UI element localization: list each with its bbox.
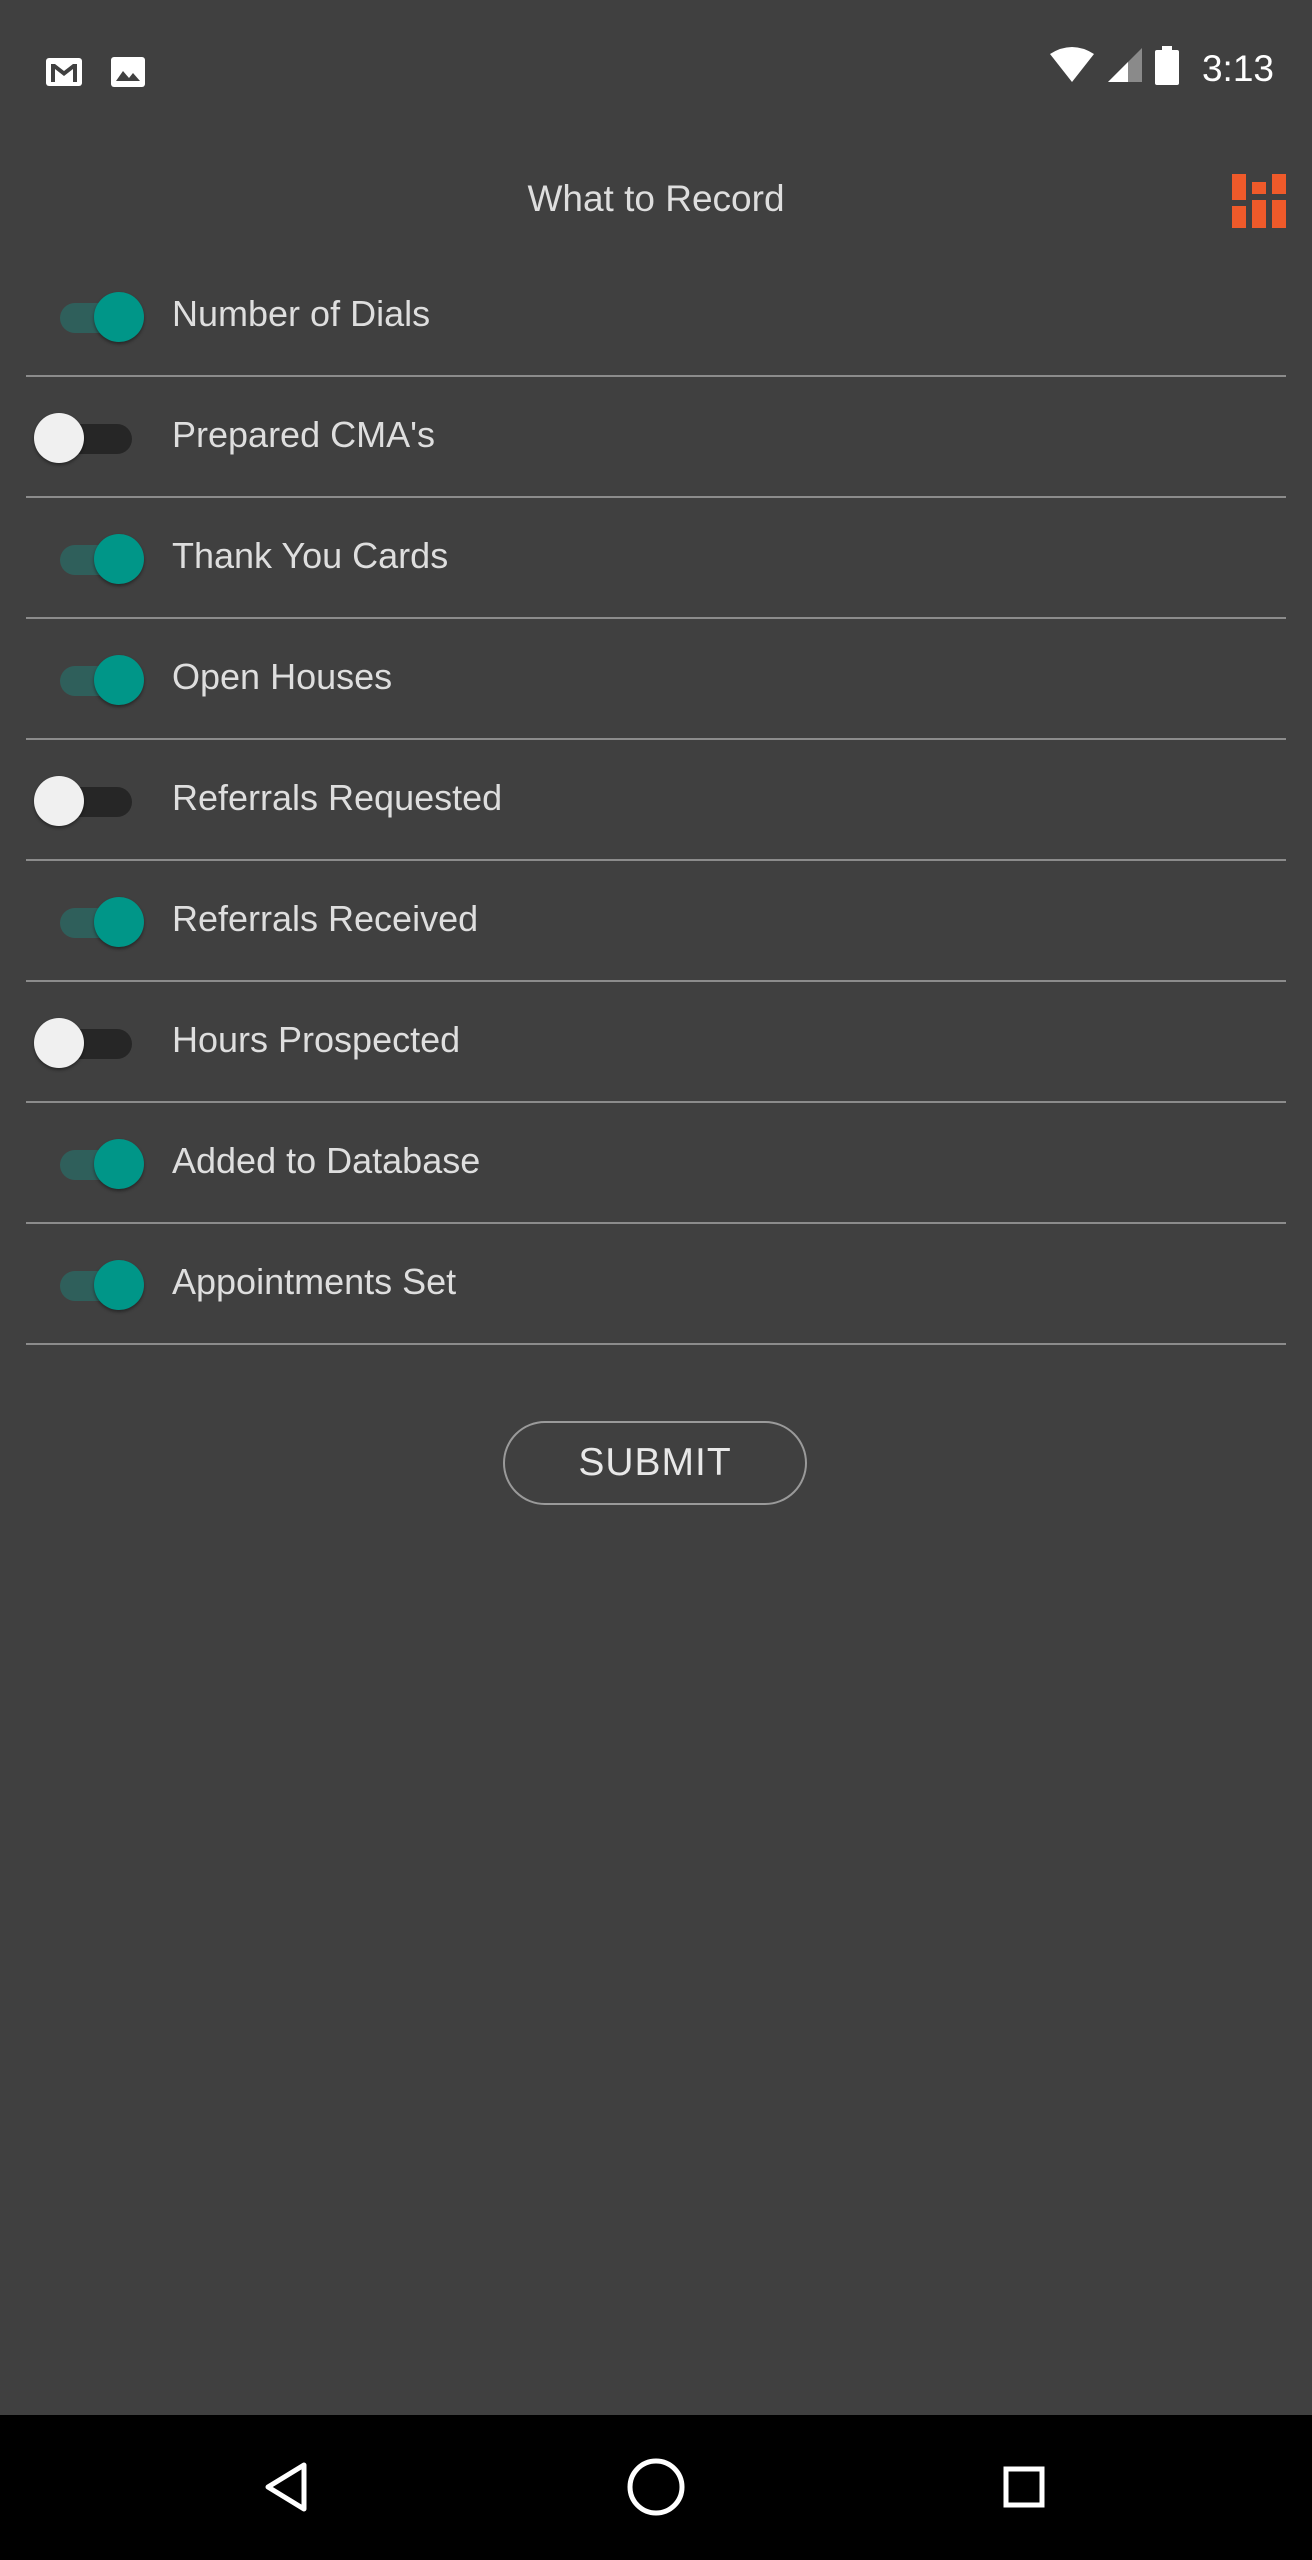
toggle-thumb (94, 534, 144, 584)
screen: 3:13 What to Record Number of Dials Prepa… (0, 0, 1312, 2560)
setting-label: Open Houses (172, 656, 393, 697)
battery-icon (1154, 46, 1180, 91)
wifi-icon (1048, 46, 1096, 91)
setting-row-referrals-received: Referrals Received (26, 861, 1286, 982)
status-time: 3:13 (1201, 47, 1274, 89)
setting-row-added-to-database: Added to Database (26, 1103, 1286, 1224)
toggle-thumb (34, 1018, 84, 1068)
setting-label: Thank You Cards (172, 535, 449, 576)
toggle-switch-prepared-cma-s[interactable] (34, 411, 150, 465)
setting-label: Referrals Requested (172, 777, 503, 818)
status-bar: 3:13 (0, 0, 1312, 144)
gmail-icon (44, 52, 84, 92)
setting-row-open-houses: Open Houses (26, 619, 1286, 740)
setting-row-number-of-dials: Number of Dials (26, 256, 1286, 377)
setting-row-hours-prospected: Hours Prospected (26, 982, 1286, 1103)
setting-row-prepared-cma-s: Prepared CMA's (26, 377, 1286, 498)
setting-label: Referrals Received (172, 898, 479, 939)
settings-list: Number of Dials Prepared CMA's Thank You C… (26, 256, 1286, 1345)
toggle-thumb (94, 655, 144, 705)
toggle-switch-added-to-database[interactable] (34, 1137, 150, 1191)
notification-icons (44, 52, 148, 92)
home-icon[interactable] (620, 2451, 692, 2523)
toggle-switch-hours-prospected[interactable] (34, 1016, 150, 1070)
setting-label: Appointments Set (172, 1261, 457, 1302)
setting-row-referrals-requested: Referrals Requested (26, 740, 1286, 861)
toggle-switch-referrals-received[interactable] (34, 895, 150, 949)
toggle-thumb (34, 413, 84, 463)
toggle-thumb (94, 897, 144, 947)
image-icon (108, 52, 148, 92)
setting-label: Hours Prospected (172, 1019, 461, 1060)
toggle-thumb (94, 1260, 144, 1310)
navigation-bar (0, 2415, 1312, 2560)
back-icon[interactable] (250, 2451, 322, 2523)
toggle-switch-thank-you-cards[interactable] (34, 532, 150, 586)
toggle-switch-appointments-set[interactable] (34, 1258, 150, 1312)
recents-icon[interactable] (988, 2451, 1060, 2523)
toggle-thumb (94, 292, 144, 342)
system-icons: 3:13 (1048, 46, 1274, 91)
page-title: What to Record (527, 178, 785, 219)
toggle-thumb (34, 776, 84, 826)
toggle-switch-number-of-dials[interactable] (34, 290, 150, 344)
toggle-switch-open-houses[interactable] (34, 653, 150, 707)
setting-label: Added to Database (172, 1140, 481, 1181)
setting-row-thank-you-cards: Thank You Cards (26, 498, 1286, 619)
header: What to Record (0, 144, 1312, 256)
cell-signal-icon (1106, 46, 1144, 91)
toggle-switch-referrals-requested[interactable] (34, 774, 150, 828)
app-logo-icon[interactable] (1232, 174, 1286, 228)
submit-button[interactable]: SUBMIT (503, 1421, 807, 1505)
setting-label: Prepared CMA's (172, 414, 435, 455)
setting-row-appointments-set: Appointments Set (26, 1224, 1286, 1345)
toggle-thumb (94, 1139, 144, 1189)
setting-label: Number of Dials (172, 293, 431, 334)
